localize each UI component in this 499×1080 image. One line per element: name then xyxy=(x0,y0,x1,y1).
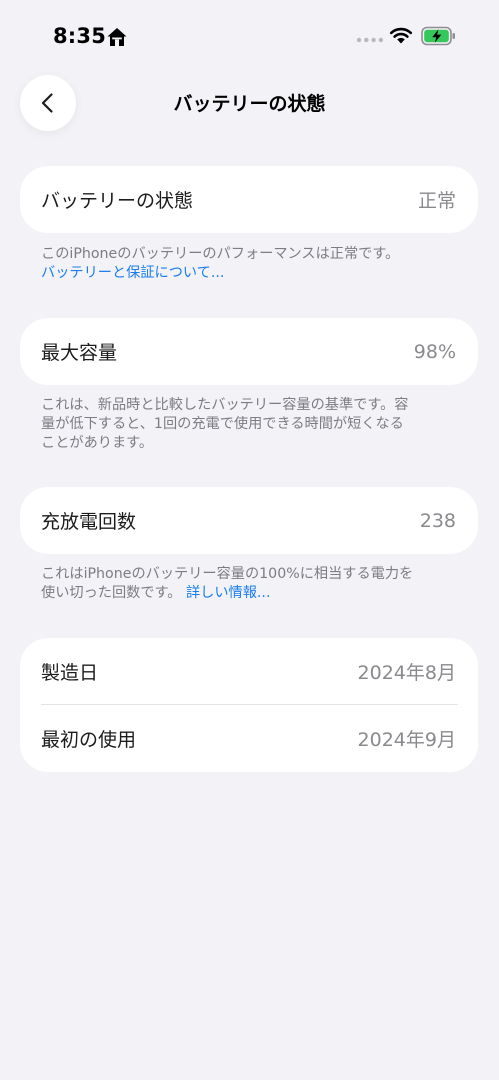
max-capacity-row: 最大容量 98% xyxy=(20,318,478,385)
more-info-link[interactable]: 詳しい情報... xyxy=(186,585,270,601)
max-capacity-footnote-line: ことがあります。 xyxy=(41,435,154,451)
battery-warranty-link[interactable]: バッテリーと保証について... xyxy=(41,265,224,281)
max-capacity-value: 98% xyxy=(413,340,456,363)
max-capacity-footnote: これは、新品時と比較したバッテリー容量の基準です。容 量が低下すると、1回の充電… xyxy=(41,396,461,453)
max-capacity-card: 最大容量 98% xyxy=(20,318,478,385)
battery-charging-icon xyxy=(421,26,455,46)
max-capacity-footnote-line: 量が低下すると、1回の充電で使用できる時間が短くなる xyxy=(41,416,404,432)
cycle-count-row: 充放電回数 238 xyxy=(20,487,478,554)
manufacture-date-value: 2024年8月 xyxy=(357,662,456,684)
manufacture-date-label: 製造日 xyxy=(41,662,99,684)
wifi-icon xyxy=(389,27,413,44)
battery-health-label: バッテリーの状態 xyxy=(41,190,194,212)
dates-card: 製造日 2024年8月 最初の使用 2024年9月 xyxy=(20,638,478,772)
cycle-count-footnote-line: これはiPhoneのバッテリー容量の100%に相当する電力を xyxy=(41,566,414,582)
battery-health-description: このiPhoneのバッテリーのパフォーマンスは正常です。 xyxy=(41,246,400,262)
first-use-row: 最初の使用 2024年9月 xyxy=(20,705,478,772)
cycle-count-footnote: これはiPhoneのバッテリー容量の100%に相当する電力を 使い切った回数です… xyxy=(41,565,461,603)
cellular-dots-icon xyxy=(356,37,384,43)
status-bar: 8:35 xyxy=(0,0,499,70)
battery-health-footnote: このiPhoneのバッテリーのパフォーマンスは正常です。 バッテリーと保証につい… xyxy=(41,245,461,283)
cycle-count-label: 充放電回数 xyxy=(41,511,137,533)
battery-health-card: バッテリーの状態 正常 xyxy=(20,166,478,233)
cycle-count-card: 充放電回数 238 xyxy=(20,487,478,554)
page-title: バッテリーの状態 xyxy=(173,93,326,115)
first-use-value: 2024年9月 xyxy=(357,729,456,751)
home-icon xyxy=(107,28,127,46)
cycle-count-footnote-line: 使い切った回数です。 xyxy=(41,585,182,601)
manufacture-date-row: 製造日 2024年8月 xyxy=(20,638,478,705)
cycle-count-value: 238 xyxy=(419,509,456,532)
battery-health-value: 正常 xyxy=(417,190,456,212)
max-capacity-label: 最大容量 xyxy=(41,342,118,364)
battery-health-screen: 8:35 バッテリーの状態 バッテリーの状態 正常 このiPhoneのバッテリー… xyxy=(0,0,499,1080)
max-capacity-footnote-line: これは、新品時と比較したバッテリー容量の基準です。容 xyxy=(41,397,409,413)
status-time: 8:35 xyxy=(53,24,107,48)
first-use-label: 最初の使用 xyxy=(41,729,137,751)
battery-health-row: バッテリーの状態 正常 xyxy=(20,166,478,233)
